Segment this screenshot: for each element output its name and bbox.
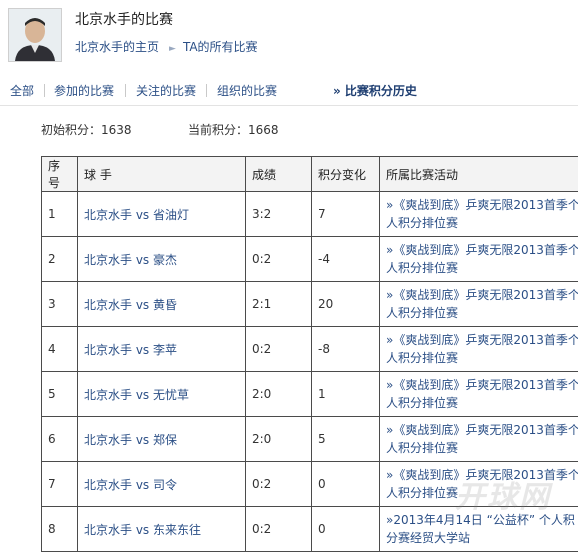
table-row: 2 北京水手 vs 豪杰 0:2 -4 »《爽战到底》乒爽无限2013首季个人积… <box>42 237 578 282</box>
row-no: 6 <box>42 417 78 462</box>
row-event-link[interactable]: »《爽战到底》乒爽无限2013首季个人积分排位赛 <box>380 417 578 462</box>
row-result: 2:0 <box>246 417 312 462</box>
nav-divider <box>0 105 578 106</box>
row-event-link[interactable]: »《爽战到底》乒爽无限2013首季个人积分排位赛 <box>380 327 578 372</box>
row-no: 5 <box>42 372 78 417</box>
tab-divider <box>44 84 45 97</box>
user-photo-icon <box>9 9 61 61</box>
breadcrumb-home-link[interactable]: 北京水手的主页 <box>75 40 159 54</box>
tab-followed[interactable]: 关注的比赛 <box>136 82 196 99</box>
row-event-link[interactable]: »《爽战到底》乒爽无限2013首季个人积分排位赛 <box>380 282 578 327</box>
table-row: 1 北京水手 vs 省油灯 3:2 7 »《爽战到底》乒爽无限2013首季个人积… <box>42 192 578 237</box>
row-change: -4 <box>312 237 380 282</box>
row-player[interactable]: 北京水手 vs 司令 <box>78 462 246 507</box>
header-result: 成绩 <box>246 157 312 192</box>
row-event-link[interactable]: »《爽战到底》乒爽无限2013首季个人积分排位赛 <box>380 237 578 282</box>
row-no: 1 <box>42 192 78 237</box>
row-no: 7 <box>42 462 78 507</box>
initial-score-label: 初始积分： <box>41 123 101 137</box>
row-player[interactable]: 北京水手 vs 东来东往 <box>78 507 246 552</box>
tab-score-history[interactable]: » 比赛积分历史 <box>333 82 417 99</box>
table-row: 5 北京水手 vs 无忧草 2:0 1 »《爽战到底》乒爽无限2013首季个人积… <box>42 372 578 417</box>
tab-organized[interactable]: 组织的比赛 <box>217 82 277 99</box>
current-score-value: 1668 <box>248 123 279 137</box>
row-result: 3:2 <box>246 192 312 237</box>
breadcrumb-separator-icon: ► <box>169 44 176 54</box>
row-change: 5 <box>312 417 380 462</box>
row-result: 2:1 <box>246 282 312 327</box>
row-result: 2:0 <box>246 372 312 417</box>
row-no: 2 <box>42 237 78 282</box>
tab-divider <box>125 84 126 97</box>
table-row: 4 北京水手 vs 李苹 0:2 -8 »《爽战到底》乒爽无限2013首季个人积… <box>42 327 578 372</box>
tab-joined[interactable]: 参加的比赛 <box>54 82 114 99</box>
row-player[interactable]: 北京水手 vs 豪杰 <box>78 237 246 282</box>
row-player[interactable]: 北京水手 vs 省油灯 <box>78 192 246 237</box>
header-event: 所属比赛活动 <box>380 157 578 192</box>
row-result: 0:2 <box>246 237 312 282</box>
table-row: 6 北京水手 vs 郑保 2:0 5 »《爽战到底》乒爽无限2013首季个人积分… <box>42 417 578 462</box>
row-no: 8 <box>42 507 78 552</box>
row-result: 0:2 <box>246 327 312 372</box>
initial-score-value: 1638 <box>101 123 132 137</box>
header-player: 球 手 <box>78 157 246 192</box>
row-change: 0 <box>312 507 380 552</box>
row-result: 0:2 <box>246 462 312 507</box>
match-tabs: 全部 参加的比赛 关注的比赛 组织的比赛 » 比赛积分历史 <box>0 82 578 102</box>
header-no: 序号 <box>42 157 78 192</box>
row-no: 4 <box>42 327 78 372</box>
breadcrumb-all-matches-link[interactable]: TA的所有比赛 <box>183 40 258 54</box>
header-change: 积分变化 <box>312 157 380 192</box>
table-header-row: 序号 球 手 成绩 积分变化 所属比赛活动 <box>42 157 578 192</box>
row-no: 3 <box>42 282 78 327</box>
table-row: 3 北京水手 vs 黄昏 2:1 20 »《爽战到底》乒爽无限2013首季个人积… <box>42 282 578 327</box>
row-result: 0:2 <box>246 507 312 552</box>
row-event-link[interactable]: »《爽战到底》乒爽无限2013首季个人积分排位赛 <box>380 192 578 237</box>
initial-score: 初始积分：1638 <box>41 121 132 138</box>
current-score-label: 当前积分： <box>188 123 248 137</box>
row-change: 0 <box>312 462 380 507</box>
row-event-link[interactable]: »《爽战到底》乒爽无限2013首季个人积分排位赛 <box>380 372 578 417</box>
tab-divider <box>206 84 207 97</box>
row-change: 20 <box>312 282 380 327</box>
page-title: 北京水手的比赛 <box>75 9 173 29</box>
row-player[interactable]: 北京水手 vs 黄昏 <box>78 282 246 327</box>
breadcrumb: 北京水手的主页 ► TA的所有比赛 <box>75 38 258 55</box>
tab-all[interactable]: 全部 <box>10 82 34 99</box>
watermark: 开球网 <box>455 472 551 516</box>
row-player[interactable]: 北京水手 vs 无忧草 <box>78 372 246 417</box>
row-player[interactable]: 北京水手 vs 李苹 <box>78 327 246 372</box>
row-change: 1 <box>312 372 380 417</box>
row-change: -8 <box>312 327 380 372</box>
current-score: 当前积分：1668 <box>188 121 279 138</box>
row-player[interactable]: 北京水手 vs 郑保 <box>78 417 246 462</box>
row-change: 7 <box>312 192 380 237</box>
avatar[interactable] <box>8 8 62 62</box>
